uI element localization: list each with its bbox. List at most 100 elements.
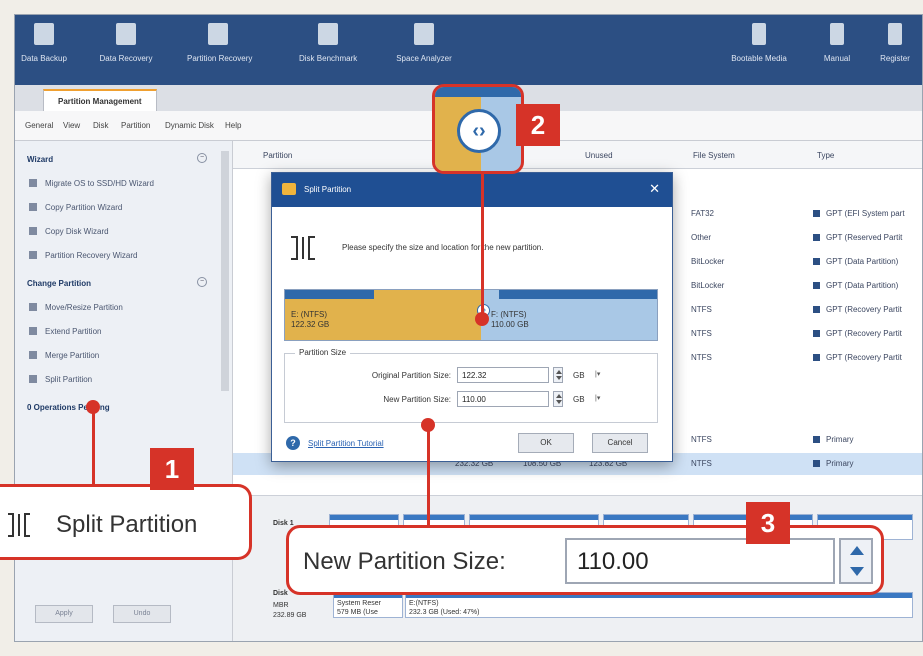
new-size-unit: GB <box>573 395 585 404</box>
disk2-label: Disk <box>273 590 288 597</box>
sidebar-item-extend[interactable]: Extend Partition <box>29 327 101 336</box>
zoom-callout-split-partition: Split Partition <box>0 484 252 560</box>
step-badge-3: 3 <box>746 502 790 544</box>
split-partition-icon <box>291 236 315 260</box>
space-analyzer-icon <box>414 23 434 45</box>
partition-size-group-title: Partition Size <box>295 348 351 357</box>
register-button[interactable]: Register <box>875 21 915 81</box>
collapse-wizard-icon[interactable]: − <box>197 153 207 163</box>
gpt-icon <box>813 258 820 265</box>
collapse-change-icon[interactable]: − <box>197 277 207 287</box>
menu-partition[interactable]: Partition <box>121 121 150 130</box>
disk2-size: 232.89 GB <box>273 612 307 619</box>
split-partition-dialog: Split Partition ✕ Please specify the siz… <box>271 172 673 462</box>
sidebar-item-merge[interactable]: Merge Partition <box>29 351 99 360</box>
col-type[interactable]: Type <box>817 151 834 160</box>
sidebar-item-copy-disk[interactable]: Copy Disk Wizard <box>29 227 109 236</box>
sidebar-item-copy-partition[interactable]: Copy Partition Wizard <box>29 203 122 212</box>
close-icon[interactable]: ✕ <box>649 181 660 197</box>
e-partition-block[interactable] <box>405 592 913 618</box>
partition-split-bar[interactable]: E: (NTFS)122.32 GB F: (NTFS)110.00 GB ‹› <box>284 289 658 341</box>
menu-view[interactable]: View <box>63 121 80 130</box>
col-partition[interactable]: Partition <box>263 151 292 160</box>
right-partition-label: F: (NTFS) 110.00 GB <box>491 310 529 329</box>
gpt-icon <box>813 234 820 241</box>
dialog-title: Split Partition <box>304 185 352 194</box>
callout-3-line <box>427 428 430 526</box>
sidebar-item-migrate-os[interactable]: Migrate OS to SSD/HD Wizard <box>29 179 154 188</box>
callout-3-dot <box>421 418 435 432</box>
zoom-callout-new-size: New Partition Size: 110.00 <box>286 525 884 595</box>
data-backup-icon <box>34 23 54 45</box>
ok-button[interactable]: OK <box>518 433 574 453</box>
unit-dropdown-icon[interactable]: |▾ <box>595 394 600 402</box>
space-analyzer-button[interactable]: Space Analyzer <box>395 21 453 81</box>
partition-recovery-wizard-icon <box>29 251 37 259</box>
change-partition-heading: Change Partition <box>27 279 92 288</box>
new-size-spinner[interactable] <box>553 391 563 407</box>
data-backup-button[interactable]: Data Backup <box>21 21 67 81</box>
sidebar-item-partition-recovery[interactable]: Partition Recovery Wizard <box>29 251 137 260</box>
data-recovery-icon <box>116 23 136 45</box>
partition-recovery-icon <box>208 23 228 45</box>
partition-table-header: Partition Unused File System Type <box>233 141 922 169</box>
gpt-icon <box>813 354 820 361</box>
split-icon <box>29 375 37 383</box>
undo-button[interactable]: Undo <box>113 605 171 623</box>
original-size-spinner[interactable] <box>553 367 563 383</box>
menu-help[interactable]: Help <box>225 121 241 130</box>
gpt-icon <box>813 330 820 337</box>
unit-dropdown-icon[interactable]: |▾ <box>595 370 600 378</box>
split-partition-icon <box>8 513 30 537</box>
sidebar-scrollbar[interactable] <box>221 151 229 391</box>
new-size-input[interactable] <box>457 391 549 407</box>
callout-2-line <box>481 172 484 322</box>
drag-handle-icon: ‹› <box>457 109 501 153</box>
gpt-icon <box>813 306 820 313</box>
callout-1-dot <box>86 400 100 414</box>
gpt-icon <box>813 210 820 217</box>
primary-icon <box>813 460 820 467</box>
disk2-type: MBR <box>273 602 289 609</box>
main-toolbar: Data Backup Data Recovery Partition Reco… <box>15 15 922 85</box>
menu-disk[interactable]: Disk <box>93 121 109 130</box>
arrow-up-icon <box>850 546 864 555</box>
tab-partition-management[interactable]: Partition Management <box>43 89 157 111</box>
original-size-input[interactable] <box>457 367 549 383</box>
original-size-unit: GB <box>573 371 585 380</box>
zoom-callout-split-handle: ‹› <box>432 84 524 174</box>
apply-button[interactable]: Apply <box>35 605 93 623</box>
zoom-split-partition-text: Split Partition <box>56 511 198 538</box>
sidebar-item-move-resize[interactable]: Move/Resize Partition <box>29 303 123 312</box>
left-partition-label: E: (NTFS) 122.32 GB <box>291 310 330 329</box>
split-partition-app-icon <box>282 183 296 195</box>
data-recovery-button[interactable]: Data Recovery <box>99 21 153 81</box>
move-resize-icon <box>29 303 37 311</box>
copy-partition-icon <box>29 203 37 211</box>
menu-general[interactable]: General <box>25 121 53 130</box>
disk1-label: Disk 1 <box>273 520 294 527</box>
manual-button[interactable]: Manual <box>821 21 853 81</box>
bootable-media-button[interactable]: Bootable Media <box>731 21 787 81</box>
partition-recovery-button[interactable]: Partition Recovery <box>187 21 252 81</box>
action-panel: Wizard − Migrate OS to SSD/HD Wizard Cop… <box>15 141 233 641</box>
col-unused[interactable]: Unused <box>585 151 613 160</box>
extend-icon <box>29 327 37 335</box>
step-badge-1: 1 <box>150 448 194 490</box>
tutorial-link[interactable]: Split Partition Tutorial <box>308 439 384 448</box>
col-file-system[interactable]: File System <box>693 151 735 160</box>
menu-dynamic-disk[interactable]: Dynamic Disk <box>165 121 214 130</box>
primary-icon <box>813 436 820 443</box>
arrow-down-icon <box>850 567 864 576</box>
zoom-usage-strip <box>435 87 521 97</box>
help-icon[interactable]: ? <box>286 436 300 450</box>
migrate-os-icon <box>29 179 37 187</box>
partition-size-group: Partition Size Original Partition Size: … <box>284 348 658 423</box>
disk-benchmark-button[interactable]: Disk Benchmark <box>299 21 357 81</box>
bootable-media-icon <box>752 23 766 45</box>
cancel-button[interactable]: Cancel <box>592 433 648 453</box>
sidebar-item-split[interactable]: Split Partition <box>29 375 92 384</box>
merge-icon <box>29 351 37 359</box>
zoom-new-size-value: 110.00 <box>565 538 835 584</box>
wizard-heading: Wizard <box>27 155 54 164</box>
